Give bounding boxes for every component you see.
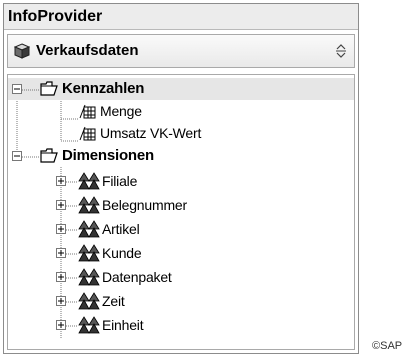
tree-item-dimension[interactable]: Datenpaket [8, 266, 354, 288]
tree-item-dimension[interactable]: Artikel [8, 218, 354, 240]
tree-label: Zeit [102, 293, 125, 309]
collapse-icon[interactable] [12, 151, 22, 161]
tree-label: Menge [100, 103, 142, 119]
tree-view[interactable]: Kennzahlen Menge Umsatz VK-Wert Dimensio… [7, 74, 355, 350]
keyfigure-ruler-icon [79, 104, 96, 119]
tree-label: Einheit [102, 317, 144, 333]
expand-icon[interactable] [56, 224, 66, 234]
tree-item-dimension[interactable]: Belegnummer [8, 194, 354, 216]
tree-item-dimension[interactable]: Einheit [8, 314, 354, 336]
tree-item-dimension[interactable]: Kunde [8, 242, 354, 264]
collapse-icon[interactable] [12, 84, 22, 94]
tree-item-keyfigure[interactable]: Menge [8, 100, 354, 122]
folder-open-icon [40, 148, 58, 163]
tree-label: Datenpaket [102, 269, 172, 285]
tree-item-dimension[interactable]: Filiale [8, 170, 354, 192]
expand-icon[interactable] [56, 248, 66, 258]
tree-label: Kunde [102, 245, 142, 261]
infoprovider-panel: InfoProvider Verkaufsdaten Kennzahlen Me… [3, 3, 359, 354]
tree-label: Umsatz VK-Wert [100, 125, 202, 141]
expand-icon[interactable] [56, 176, 66, 186]
tree-label: Belegnummer [102, 197, 187, 213]
panel-title: InfoProvider [4, 4, 358, 30]
tree-item-dimension[interactable]: Zeit [8, 290, 354, 312]
cube-icon [13, 43, 31, 64]
tree-node-dimensionen[interactable]: Dimensionen [8, 145, 354, 167]
tree-label: Dimensionen [62, 147, 154, 164]
tree-label: Kennzahlen [62, 80, 145, 97]
folder-open-icon [40, 81, 58, 96]
expand-icon[interactable] [56, 200, 66, 210]
selector-value: Verkaufsdaten [36, 42, 139, 59]
up-down-arrows-icon[interactable] [336, 44, 346, 63]
tree-label: Artikel [102, 221, 140, 237]
tree-item-keyfigure[interactable]: Umsatz VK-Wert [8, 122, 354, 144]
expand-icon[interactable] [56, 272, 66, 282]
tree-label: Filiale [102, 173, 138, 189]
expand-icon[interactable] [56, 296, 66, 306]
infoprovider-selector[interactable]: Verkaufsdaten [7, 34, 355, 68]
copyright-notice: ©SAP [372, 340, 403, 352]
keyfigure-ruler-icon [79, 126, 96, 141]
expand-icon[interactable] [56, 320, 66, 330]
tree-node-kennzahlen[interactable]: Kennzahlen [8, 78, 354, 100]
